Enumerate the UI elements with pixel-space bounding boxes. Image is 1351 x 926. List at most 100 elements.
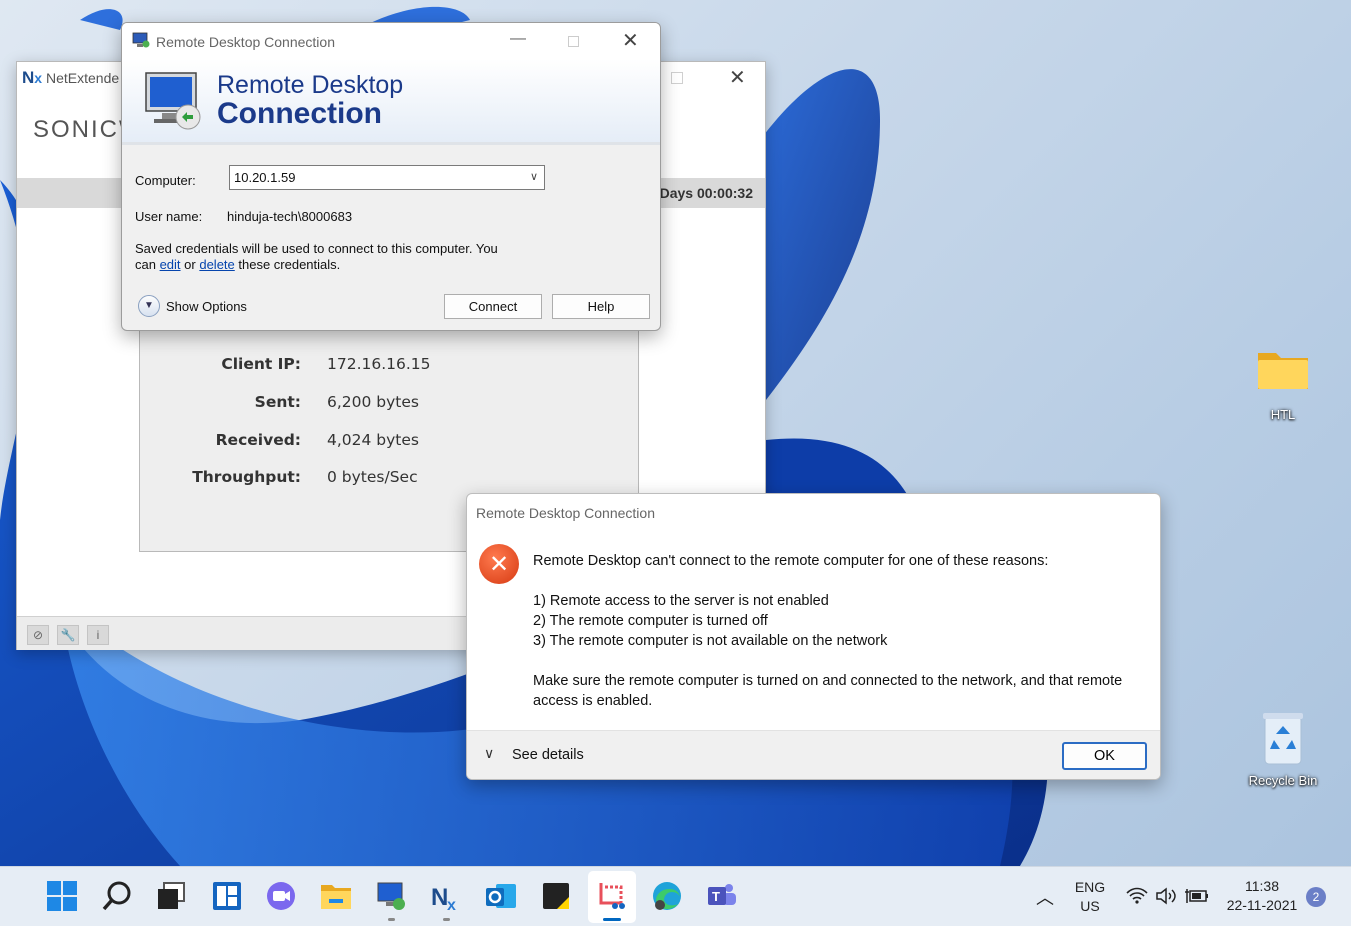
error-intro: Remote Desktop can't connect to the remo… xyxy=(533,553,1049,569)
rdc-dialog: Remote Desktop Connection — ✕ Remote Des… xyxy=(121,22,661,331)
active-indicator xyxy=(603,918,621,921)
stat-value: 6,200 bytes xyxy=(327,393,420,411)
taskbar: N x T ︿ ENG US 11:38 22-11-2021 2 xyxy=(0,866,1351,926)
running-indicator xyxy=(443,918,450,921)
search-icon[interactable] xyxy=(100,879,134,913)
connect-button[interactable]: Connect xyxy=(444,294,542,319)
notification-badge[interactable]: 2 xyxy=(1306,887,1326,907)
close-button[interactable]: ✕ xyxy=(622,28,639,53)
see-details-toggle[interactable]: See details xyxy=(512,747,584,763)
volume-icon[interactable] xyxy=(1155,887,1177,905)
error-dialog-footer: ∨ See details OK xyxy=(467,730,1160,779)
desktop-icon-label: Recycle Bin xyxy=(1248,773,1318,788)
snipping-tool-icon[interactable] xyxy=(595,879,629,913)
help-button[interactable]: Help xyxy=(552,294,650,319)
error-reason: 1) Remote access to the server is not en… xyxy=(533,593,829,609)
stat-row-throughput: Throughput: 0 bytes/Sec xyxy=(140,468,638,492)
rdc-heading-line2: Connection xyxy=(217,97,382,130)
rdc-body: Computer: 10.20.1.59 ∨ User name: hinduj… xyxy=(122,148,660,330)
info-icon[interactable]: i xyxy=(87,625,109,645)
svg-text:x: x xyxy=(447,897,456,913)
battery-icon[interactable] xyxy=(1185,887,1209,905)
stat-value: 172.16.16.15 xyxy=(327,355,431,373)
computer-combobox[interactable]: 10.20.1.59 ∨ xyxy=(229,165,545,190)
credentials-text: can edit or delete these credentials. xyxy=(135,257,340,272)
disconnect-icon[interactable]: ⊘ xyxy=(27,625,49,645)
netextender-icon[interactable]: N x xyxy=(429,879,463,913)
close-button[interactable]: ✕ xyxy=(729,65,746,90)
credentials-text-part: or xyxy=(180,257,200,272)
credentials-text-part: these credentials. xyxy=(234,257,341,272)
task-view-icon[interactable] xyxy=(155,879,189,913)
delete-credentials-link[interactable]: delete xyxy=(199,257,234,272)
running-indicator xyxy=(388,918,395,921)
netextender-title: NetExtende xyxy=(46,70,120,86)
svg-text:N: N xyxy=(431,884,448,911)
show-options-label: Show Options xyxy=(166,299,247,314)
error-advice: Make sure the remote computer is turned … xyxy=(533,673,1123,689)
chat-icon[interactable] xyxy=(264,879,298,913)
remote-desktop-icon xyxy=(132,32,150,48)
computer-label: Computer: xyxy=(135,173,196,188)
svg-text:T: T xyxy=(712,889,720,904)
wifi-icon[interactable] xyxy=(1126,887,1148,905)
chevron-down-icon[interactable]: ∨ xyxy=(484,745,494,762)
stat-row-sent: Sent: 6,200 bytes xyxy=(140,393,638,417)
start-icon[interactable] xyxy=(45,879,79,913)
chevron-down-icon[interactable]: ▼ xyxy=(138,295,160,317)
computer-value: 10.20.1.59 xyxy=(234,170,296,185)
rdc-titlebar[interactable]: Remote Desktop Connection — ✕ xyxy=(122,23,660,59)
file-explorer-icon[interactable] xyxy=(319,879,353,913)
rdc-banner: Remote Desktop Connection xyxy=(122,59,660,145)
widgets-icon[interactable] xyxy=(210,879,244,913)
stat-value: 0 bytes/Sec xyxy=(327,468,418,486)
folder-icon xyxy=(1258,353,1308,389)
recycle-bin-icon xyxy=(1263,713,1303,765)
remote-desktop-monitor-icon xyxy=(145,72,201,130)
credentials-text-part: can xyxy=(135,257,160,272)
error-icon: ✕ xyxy=(479,544,519,584)
maximize-button[interactable] xyxy=(568,36,579,47)
error-dialog: Remote Desktop Connection ✕ Remote Deskt… xyxy=(466,493,1161,780)
wrench-icon[interactable]: 🔧 xyxy=(57,625,79,645)
maximize-button[interactable] xyxy=(671,72,683,84)
remote-desktop-icon[interactable] xyxy=(374,879,408,913)
credentials-text: Saved credentials will be used to connec… xyxy=(135,241,498,256)
error-reason: 3) The remote computer is not available … xyxy=(533,633,888,649)
language-top: ENG xyxy=(1074,879,1106,895)
desktop-recycle-bin[interactable]: Recycle Bin xyxy=(1238,708,1328,790)
outlook-icon[interactable] xyxy=(484,879,518,913)
stat-row-received: Received: 4,024 bytes xyxy=(140,431,638,455)
stat-label: Sent: xyxy=(254,393,301,411)
error-advice: access is enabled. xyxy=(533,693,653,709)
connection-duration: Days 00:00:32 xyxy=(659,185,753,201)
rdc-window-title: Remote Desktop Connection xyxy=(156,34,335,50)
stat-value: 4,024 bytes xyxy=(327,431,420,449)
teams-icon[interactable]: T xyxy=(705,879,739,913)
desktop-icon-label: HTL xyxy=(1270,407,1296,422)
stat-label: Throughput: xyxy=(192,468,301,486)
clock-date: 22-11-2021 xyxy=(1226,897,1298,913)
edit-credentials-link[interactable]: edit xyxy=(160,257,181,272)
rdc-heading-line1: Remote Desktop xyxy=(217,71,404,99)
netextender-logo-icon: Nx xyxy=(22,68,43,87)
clock-time: 11:38 xyxy=(1245,878,1279,894)
error-reason: 2) The remote computer is turned off xyxy=(533,613,768,629)
error-dialog-title: Remote Desktop Connection xyxy=(476,505,655,521)
edge-icon[interactable] xyxy=(650,879,684,913)
stat-label: Received: xyxy=(215,431,301,449)
minimize-button[interactable]: — xyxy=(510,30,526,48)
language-indicator[interactable]: ENG US xyxy=(1070,879,1110,914)
clock[interactable]: 11:38 22-11-2021 xyxy=(1222,878,1302,913)
desktop-folder-htl[interactable]: HTL xyxy=(1238,345,1328,427)
language-bottom: US xyxy=(1080,898,1100,914)
stat-label: Client IP: xyxy=(221,355,301,373)
stat-row-client-ip: Client IP: 172.16.16.15 xyxy=(140,355,638,379)
credentials-line1: Saved credentials will be used to connec… xyxy=(135,241,498,256)
sticky-notes-icon[interactable] xyxy=(539,879,573,913)
chevron-down-icon[interactable]: ∨ xyxy=(530,170,538,183)
ok-button[interactable]: OK xyxy=(1062,742,1147,770)
username-value: hinduja-tech\8000683 xyxy=(227,209,353,224)
username-label: User name: xyxy=(135,209,203,224)
chevron-up-icon[interactable]: ︿ xyxy=(1036,884,1054,910)
